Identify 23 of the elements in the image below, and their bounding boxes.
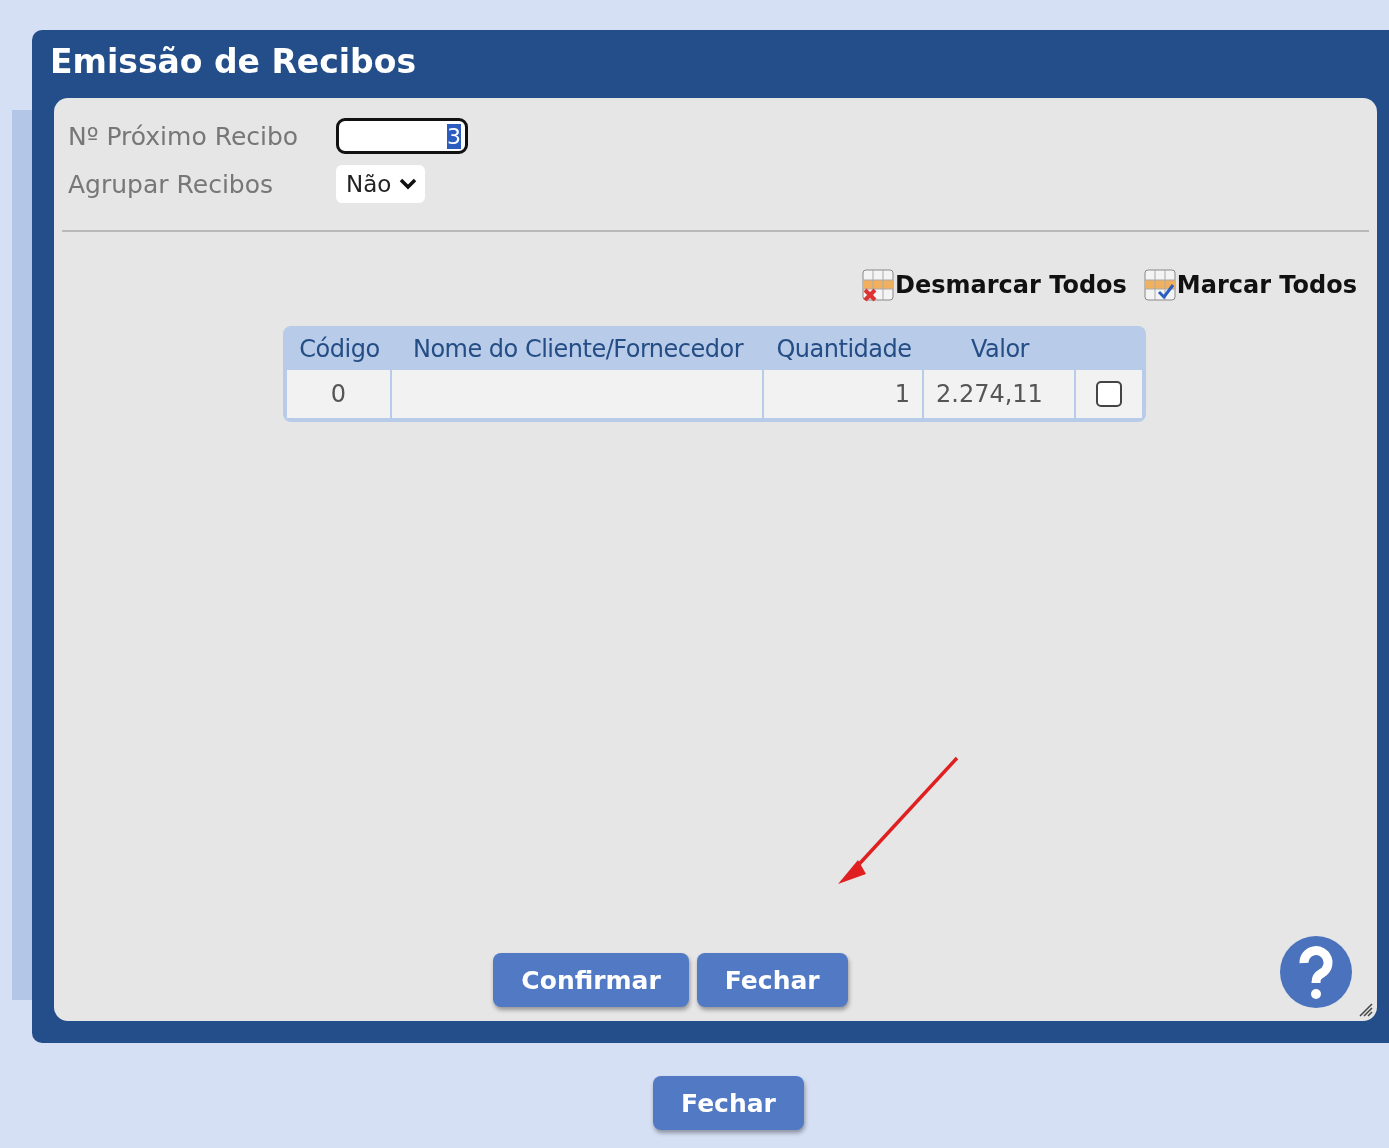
dialog-button[interactable]: Fechar [696,953,848,1007]
column-header: Código [298,334,381,365]
row-checkbox[interactable] [1096,381,1122,407]
dropdown[interactable]: Não [336,165,426,203]
dialog-title: Emissão de Recibos [50,41,418,83]
close-button[interactable]: Fechar [653,1076,804,1130]
dialog-button[interactable]: Confirmar [493,953,689,1007]
column-header: Quantidade [775,334,913,365]
chevron-down-icon [399,178,418,190]
field-label: Agrupar Recibos [67,169,275,199]
checked-grid-icon [1142,268,1177,302]
column-header: Valor [970,334,1031,365]
select-link[interactable]: Marcar Todos [1142,268,1357,302]
table-cell: 2.274,11 [924,370,1076,418]
input-field[interactable]: 3 [336,118,468,154]
table-cell: 0 [287,370,392,418]
column-header: Nome do Cliente/Fornecedor [411,334,745,365]
resize-grip-icon[interactable] [1359,1003,1373,1017]
crossed-grid-icon [861,268,896,302]
help-icon[interactable] [1279,935,1353,1009]
select-link[interactable]: Desmarcar Todos [861,268,1127,302]
table-cell: 1 [764,370,924,418]
field-label: Nº Próximo Recibo [67,121,300,151]
